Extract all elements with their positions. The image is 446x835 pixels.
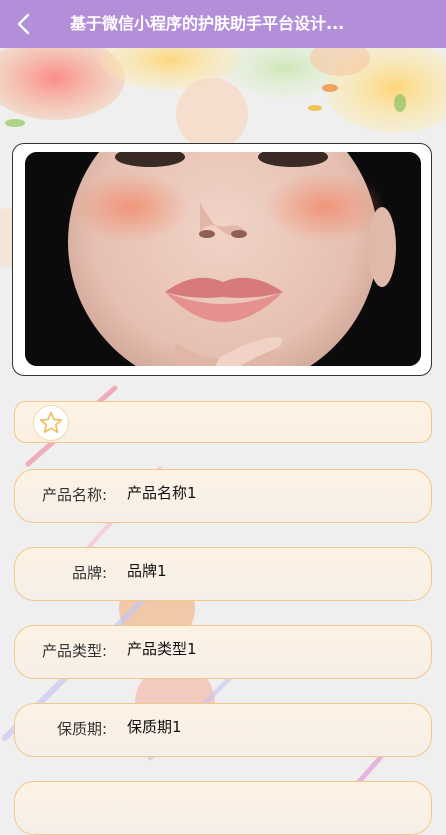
field-label: 品牌: xyxy=(71,564,107,582)
field-label: 产品名称: xyxy=(41,486,107,504)
field-value: 产品名称1 xyxy=(127,484,197,502)
star-outline-icon xyxy=(39,411,63,433)
field-label: 保质期: xyxy=(56,720,107,738)
model-face-illustration xyxy=(25,152,421,366)
favorite-bar xyxy=(14,401,432,443)
nav-bar: 基于微信小程序的护肤助手平台设计... xyxy=(0,0,446,48)
product-image[interactable] xyxy=(25,152,421,366)
field-value: 产品类型1 xyxy=(127,640,197,658)
field-brand: 品牌: 品牌1 xyxy=(14,547,432,601)
field-value: 品牌1 xyxy=(127,562,167,580)
favorite-button[interactable] xyxy=(33,405,69,441)
product-image-card xyxy=(12,143,432,376)
field-next xyxy=(14,781,432,835)
back-button[interactable] xyxy=(10,8,38,40)
field-product-type: 产品类型: 产品类型1 xyxy=(14,625,432,679)
chevron-left-icon xyxy=(17,13,30,35)
field-shelf-life: 保质期: 保质期1 xyxy=(14,703,432,757)
field-product-name: 产品名称: 产品名称1 xyxy=(14,469,432,523)
field-value: 保质期1 xyxy=(127,718,182,736)
page-title: 基于微信小程序的护肤助手平台设计... xyxy=(70,14,345,33)
field-label: 产品类型: xyxy=(41,642,107,660)
